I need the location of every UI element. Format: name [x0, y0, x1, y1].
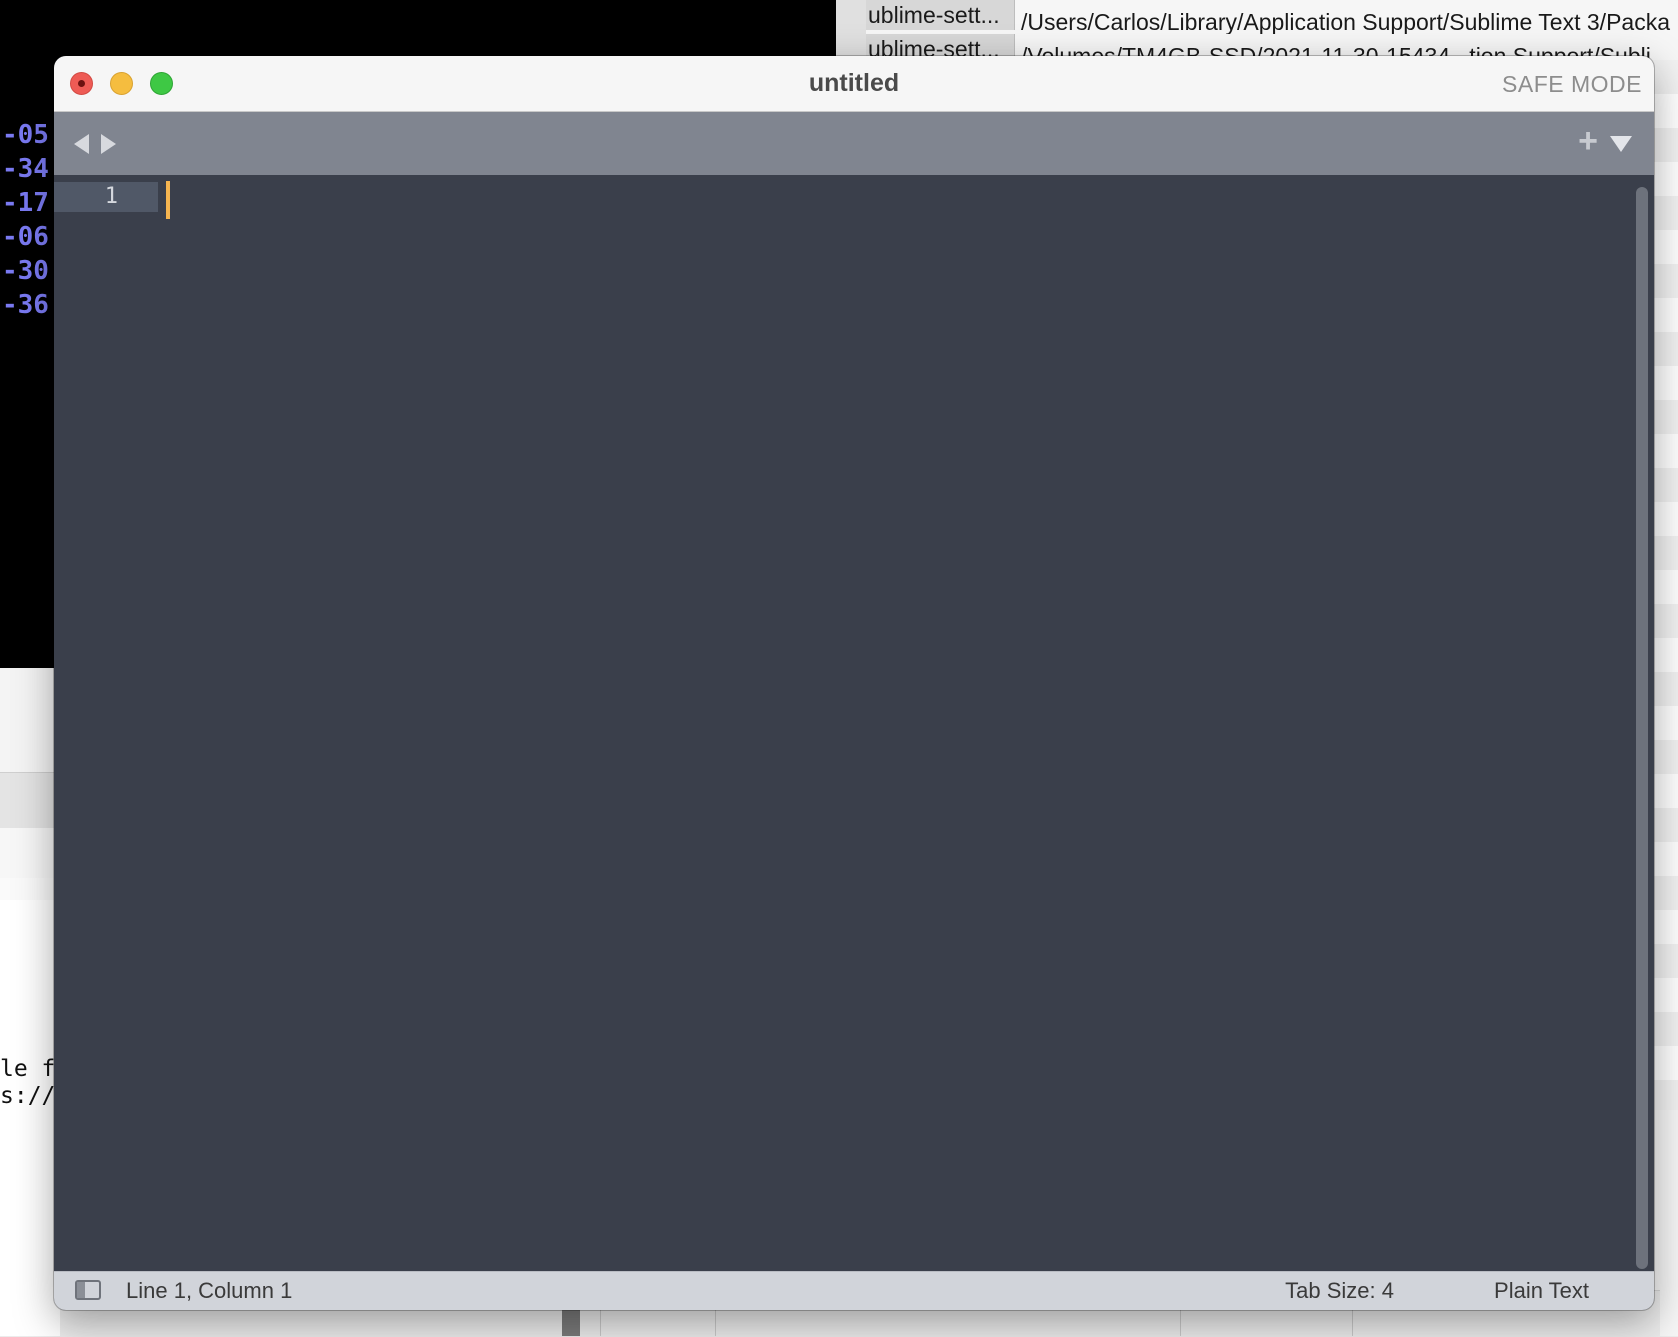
tab-bar: +: [54, 112, 1654, 175]
terminal-line: -17: [2, 188, 49, 218]
background-finder-row[interactable]: ublime-sett.../Users/Carlos/Library/Appl…: [866, 0, 1678, 34]
triangle-down-icon[interactable]: [1610, 136, 1632, 152]
editor-window: untitled SAFE MODE + 1 Line 1, Column 1 …: [54, 56, 1654, 1310]
syntax-selector[interactable]: Plain Text: [1494, 1278, 1589, 1304]
terminal-line: -30: [2, 256, 49, 286]
text-caret: [166, 181, 170, 219]
sidebar-toggle-icon[interactable]: [75, 1280, 101, 1300]
background-file-path: /Users/Carlos/Library/Application Suppor…: [1021, 9, 1670, 34]
background-finder-column: [836, 0, 866, 60]
sidebar-pane-icon: [77, 1282, 85, 1298]
editor-area[interactable]: 1: [54, 175, 1654, 1272]
triangle-left-icon[interactable]: [74, 134, 89, 154]
status-bar: Line 1, Column 1 Tab Size: 4 Plain Text: [54, 1271, 1654, 1310]
safe-mode-badge: SAFE MODE: [1502, 71, 1642, 97]
title-bar[interactable]: untitled SAFE MODE: [54, 56, 1654, 112]
cursor-position[interactable]: Line 1, Column 1: [126, 1278, 292, 1304]
vertical-scrollbar[interactable]: [1636, 187, 1648, 1269]
new-tab-button[interactable]: +: [1578, 124, 1598, 158]
tab-size-selector[interactable]: Tab Size: 4: [1285, 1278, 1394, 1304]
scrollbar-thumb[interactable]: [1636, 187, 1648, 1269]
background-document-area: [0, 900, 60, 1336]
triangle-right-icon[interactable]: [101, 134, 116, 154]
background-toolbar-strip: [0, 878, 60, 901]
terminal-line: -05: [2, 120, 49, 150]
terminal-line: -34: [2, 154, 49, 184]
terminal-line: -06: [2, 222, 49, 252]
terminal-line: -36: [2, 290, 49, 320]
background-file-name: ublime-sett...: [866, 0, 1015, 30]
background-scroll-handle: [562, 1306, 580, 1336]
line-number: 1: [104, 184, 118, 209]
window-title: untitled: [808, 69, 900, 97]
background-toolbar-strip: [0, 828, 60, 879]
background-toolbar-strip: [0, 772, 60, 830]
